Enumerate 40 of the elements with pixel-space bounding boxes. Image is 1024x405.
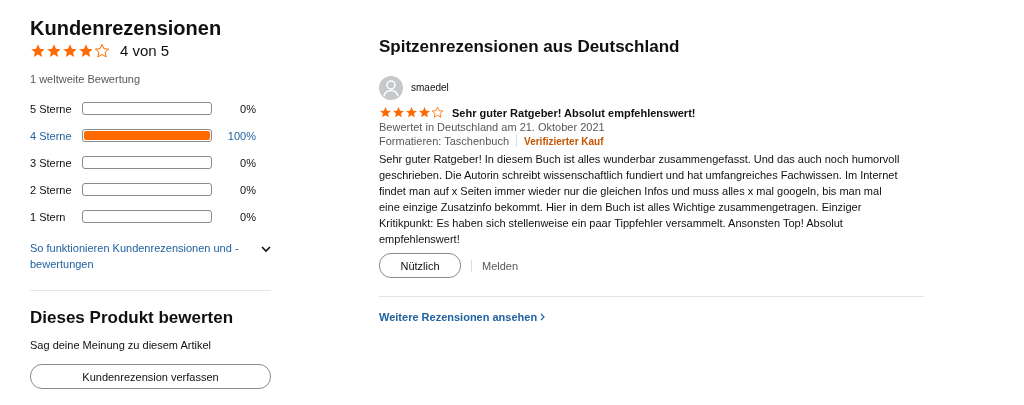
star-outline-icon	[431, 106, 444, 119]
chevron-icon[interactable]	[261, 245, 271, 253]
star-icon	[78, 42, 94, 59]
star-icon	[392, 106, 405, 119]
star-icon	[418, 106, 431, 119]
write-review-button[interactable]: Kundenrezension verfassen	[30, 364, 271, 389]
star-outline-icon	[94, 42, 110, 59]
format-text: Formatieren: Taschenbuch	[379, 135, 510, 147]
help-link[interactable]: So funktionieren Kundenrezensionen und -bewertungen	[30, 240, 252, 272]
chevron-icon	[540, 313, 546, 321]
review-text: Sehr guter Ratgeber! In diesem Buch ist alles wunderbar zusammengefasst. Und das auch noch humorvoll geschrieben. Die Autorin schreibt wissenschaftlich fundiert und hat umfangreiches Fachwissen. Im Internet findet man auf x Seiten immer wieder nur die gleichen Infos und muss alles x mal googeln, bis man mal eine einzige Zusatzinfo bekommt. Hier in dem Buch ist alles Wichtige zusammengetragen. Einziger Kritikpunkt: Es haben sich stellenweise ein paar Tippfehler versammelt. Ansonsten Top! Absolut empfehlenswert!	[379, 152, 901, 247]
report-link[interactable]: Melden	[482, 259, 519, 272]
verified-purchase-label: Verifizierter Kauf	[524, 135, 604, 147]
percent-text: 0%	[239, 183, 256, 196]
section-title: Spitzenrezensionen aus Deutschland	[379, 36, 681, 58]
star-icon	[30, 42, 46, 59]
percent-text: 0%	[239, 156, 256, 169]
star-icon	[46, 42, 62, 59]
star-level-label: 3 Sterne	[30, 156, 73, 169]
percent-text: 0%	[239, 210, 256, 223]
avatar-icon	[379, 76, 403, 100]
section-title: Kundenrezensionen	[30, 16, 223, 40]
rating-count: 1 weltweite Bewertung	[30, 73, 141, 85]
prompt-text: Sag deine Meinung zu diesem Artikel	[30, 339, 211, 351]
rating-text: 4 von 5	[120, 42, 170, 59]
percent-text: 100%	[226, 129, 256, 142]
star-level-label: 1 Stern	[30, 210, 67, 223]
review-headline[interactable]: Sehr guter Ratgeber! Absolut empfehlenswert!	[452, 106, 696, 119]
percent-text: 0%	[239, 102, 256, 115]
star-icon	[379, 106, 392, 119]
star-level-label[interactable]: 4 Sterne	[30, 129, 82, 142]
more-reviews-link[interactable]: Weitere Rezensionen ansehen	[379, 311, 546, 323]
section-title: Dieses Produkt bewerten	[30, 307, 235, 329]
star-level-label: 2 Sterne	[30, 183, 73, 196]
review-date: Bewertet in Deutschland am 21. Oktober 2021	[379, 121, 605, 133]
helpful-button[interactable]: Nützlich	[379, 253, 461, 278]
star-level-label: 5 Sterne	[30, 102, 73, 115]
star-icon	[405, 106, 418, 119]
author-name: smaedel	[411, 81, 449, 95]
star-icon	[62, 42, 78, 59]
